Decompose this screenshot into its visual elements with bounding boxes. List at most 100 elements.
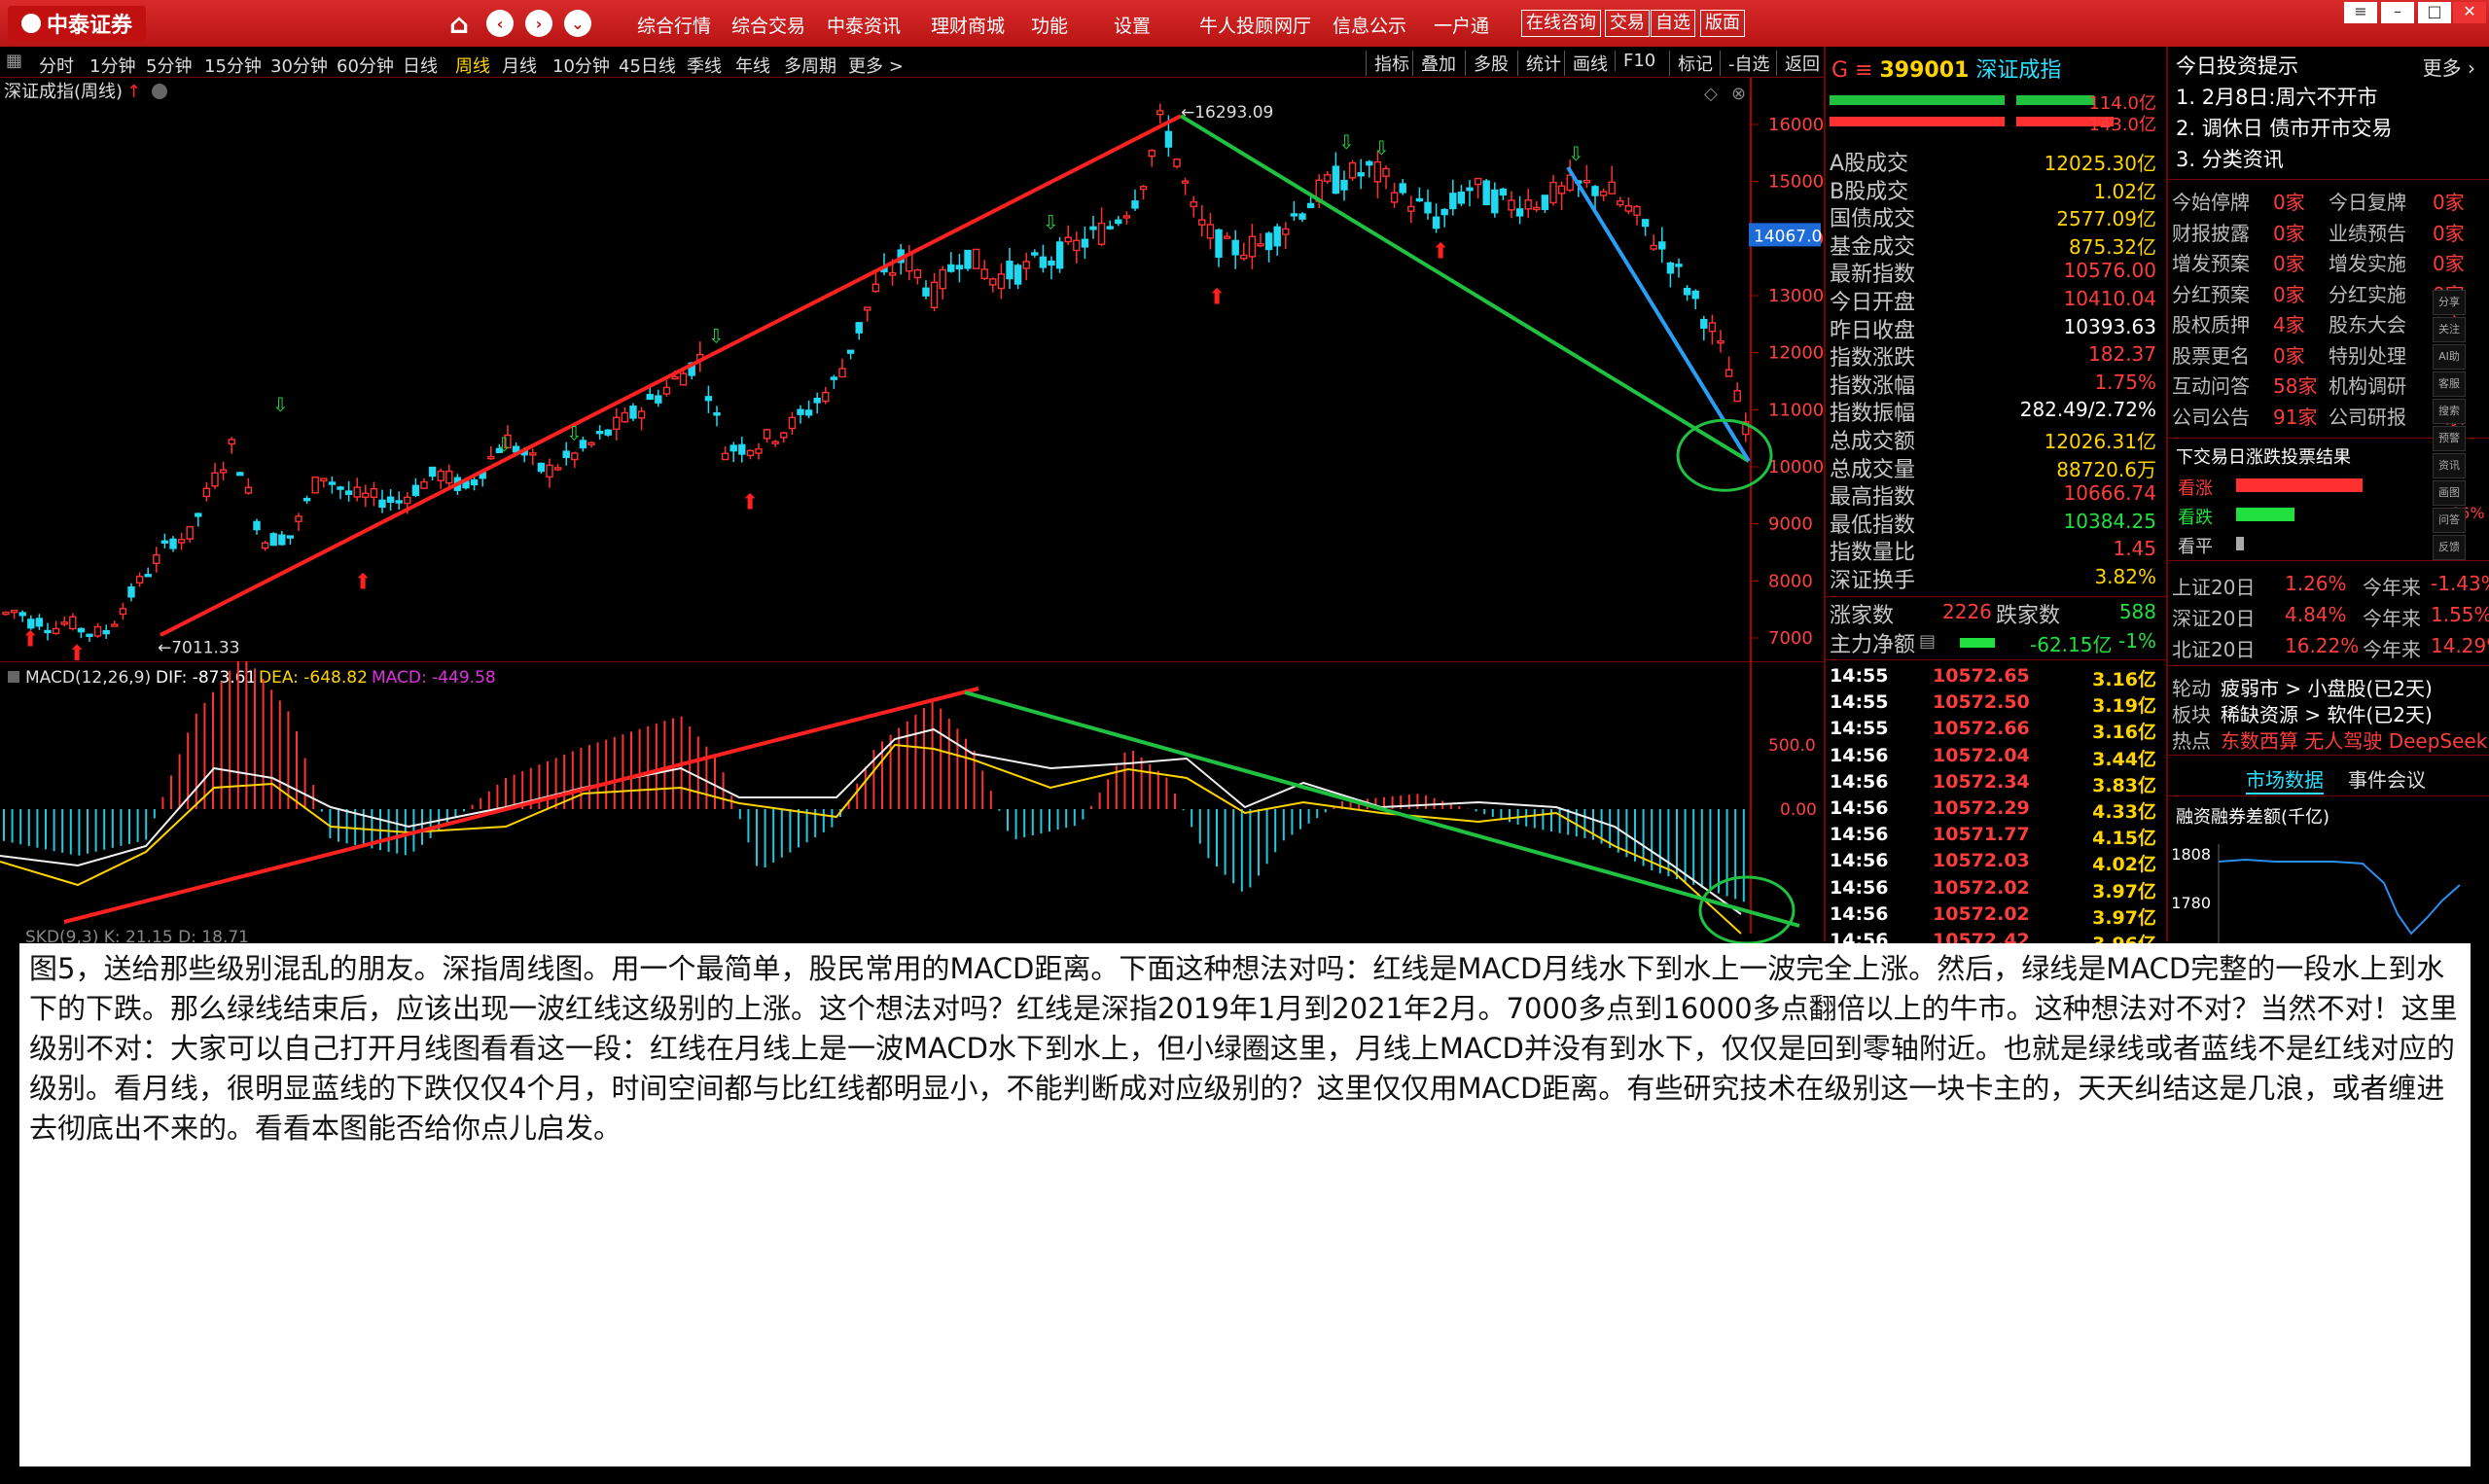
back-icon[interactable]: ‹ <box>486 10 514 37</box>
period-tab-4[interactable]: 30分钟 <box>270 53 328 78</box>
tick-price-3: 10572.04 <box>1933 744 2030 766</box>
quote-row-value-15: 3.82% <box>2094 565 2156 588</box>
rotation-value-2[interactable]: 东数西算 无人驾驶 DeepSeek <box>2221 725 2487 754</box>
tool-button-0[interactable]: 指标 <box>1366 51 1409 76</box>
tips-more-link[interactable]: 更多 › <box>2423 53 2475 81</box>
candle-body <box>571 452 579 461</box>
menu-item-2[interactable]: 中泰资讯 <box>827 12 901 38</box>
candle-body <box>1582 180 1591 184</box>
period-tab-1[interactable]: 1分钟 <box>89 53 135 78</box>
stat-label-a-0[interactable]: 今始停牌 <box>2172 187 2250 215</box>
dropdown-icon[interactable]: ⌄ <box>564 10 591 37</box>
period-tab-11[interactable]: 季线 <box>687 53 722 78</box>
period-tab-9[interactable]: 10分钟 <box>552 53 610 78</box>
stat-label-b-0[interactable]: 今日复牌 <box>2329 187 2406 215</box>
stat-label-b-7[interactable]: 公司研报 <box>2329 402 2406 430</box>
macd-settings-icon[interactable] <box>8 671 19 683</box>
flow-detail-icon[interactable]: ▤ <box>1919 631 1936 652</box>
quote-row-value-1: 1.02亿 <box>2093 179 2156 203</box>
candle-body <box>1466 187 1474 192</box>
period-tab-13[interactable]: 多周期 <box>784 53 836 78</box>
menu-box-2[interactable]: 自选 <box>1651 10 1695 37</box>
menu-item-1[interactable]: 综合交易 <box>731 12 805 38</box>
side-icon-2[interactable]: AI助手 <box>2433 344 2466 386</box>
side-icon-8[interactable]: 问答 <box>2433 508 2466 533</box>
tool-button-6[interactable]: 标记 <box>1669 51 1713 76</box>
tool-button-8[interactable]: 返回 <box>1776 51 1820 76</box>
tip-item-0[interactable]: 1. 2月8日:周六不开市 <box>2176 82 2378 111</box>
side-icon-3[interactable]: 客服 <box>2433 371 2466 397</box>
tool-button-2[interactable]: 多股 <box>1465 51 1509 76</box>
rotation-value-1[interactable]: 稀缺资源 > 软件(已2天) <box>2221 699 2433 727</box>
tool-button-7[interactable]: -自选 <box>1720 51 1770 76</box>
side-icon-7[interactable]: 画图 <box>2433 480 2466 506</box>
tool-button-4[interactable]: 画线 <box>1564 51 1608 76</box>
forward-icon[interactable]: › <box>525 10 552 37</box>
period-tab-10[interactable]: 45日线 <box>619 53 676 78</box>
stat-label-a-1[interactable]: 财报披露 <box>2172 218 2250 246</box>
menu-item-0[interactable]: 综合行情 <box>637 12 711 38</box>
period-tab-3[interactable]: 15分钟 <box>204 53 262 78</box>
period-tab-14[interactable]: 更多 > <box>848 53 904 78</box>
menu-item-5[interactable]: 设置 <box>1114 12 1151 38</box>
menu-item-8[interactable]: 信息公示 <box>1333 12 1406 38</box>
chart-settings-icon[interactable] <box>152 84 167 99</box>
stat-label-a-3[interactable]: 分红预案 <box>2172 279 2250 307</box>
stat-label-b-5[interactable]: 特别处理 <box>2329 340 2406 369</box>
close-icon[interactable]: ✕ <box>2453 2 2486 23</box>
menu-item-6[interactable]: 牛人投顾 <box>1199 12 1273 38</box>
stat-label-a-4[interactable]: 股权质押 <box>2172 309 2250 337</box>
tab-events[interactable]: 事件会议 <box>2348 764 2426 793</box>
maximize-icon[interactable]: □ <box>2418 2 2451 23</box>
stat-label-a-7[interactable]: 公司公告 <box>2172 402 2250 430</box>
macd-chart[interactable]: MACD(12,26,9) DIF: -873.61 DEA: -648.82 MAC… <box>0 657 1824 947</box>
menu-box-1[interactable]: 交易 <box>1605 10 1650 37</box>
side-icon-0[interactable]: 分享 <box>2433 290 2466 315</box>
menu-box-3[interactable]: 版面 <box>1700 10 1745 37</box>
candle-body <box>1290 213 1298 217</box>
home-icon[interactable]: ⌂ <box>445 8 473 40</box>
kline-chart[interactable]: 深证成指(周线)↑1600015000140001300012000110001… <box>0 78 1824 666</box>
period-tab-2[interactable]: 5分钟 <box>146 53 192 78</box>
period-tab-12[interactable]: 年线 <box>735 53 770 78</box>
menu-item-7[interactable]: 网厅 <box>1274 12 1311 38</box>
minimize-icon[interactable]: – <box>2381 2 2414 23</box>
tip-item-2[interactable]: 3. 分类资讯 <box>2176 144 2284 173</box>
stat-label-b-4[interactable]: 股东大会 <box>2329 309 2406 337</box>
chart-option-icon[interactable]: ◇ <box>1704 84 1718 104</box>
chart-close-icon[interactable]: ⊗ <box>1731 84 1746 104</box>
perf-label-1: 深证20日 <box>2172 607 2256 630</box>
period-tab-7[interactable]: 周线 <box>455 53 490 78</box>
menu-item-9[interactable]: 一户通 <box>1434 12 1489 38</box>
menu-icon[interactable]: ≡ <box>2344 2 2377 23</box>
side-icon-9[interactable]: 反馈 <box>2433 535 2466 560</box>
side-icon-5[interactable]: 预警 <box>2433 426 2466 451</box>
tool-button-5[interactable]: F10 <box>1615 51 1655 71</box>
stat-label-a-5[interactable]: 股票更名 <box>2172 340 2250 369</box>
side-icon-4[interactable]: 搜索 <box>2433 399 2466 424</box>
stat-label-b-1[interactable]: 业绩预告 <box>2329 218 2406 246</box>
stat-label-b-3[interactable]: 分红实施 <box>2329 279 2406 307</box>
rotation-value-0[interactable]: 疲弱市 > 小盘股(已2天) <box>2221 673 2433 701</box>
candle-body <box>529 452 537 456</box>
stat-label-a-2[interactable]: 增发预案 <box>2172 248 2250 276</box>
period-tab-0[interactable]: 分时 <box>39 53 74 78</box>
stat-label-a-6[interactable]: 互动问答 <box>2172 371 2250 399</box>
period-tab-5[interactable]: 60分钟 <box>337 53 394 78</box>
menu-item-3[interactable]: 理财商城 <box>931 12 1005 38</box>
menu-item-4[interactable]: 功能 <box>1031 12 1068 38</box>
stat-label-b-6[interactable]: 机构调研 <box>2329 371 2406 399</box>
tab-market-data[interactable]: 市场数据 <box>2246 764 2324 795</box>
side-icon-1[interactable]: 关注 <box>2433 317 2466 342</box>
tip-item-1[interactable]: 2. 调休日 债市开市交易 <box>2176 113 2392 142</box>
period-tab-8[interactable]: 月线 <box>502 53 537 78</box>
stat-label-b-2[interactable]: 增发实施 <box>2329 248 2406 276</box>
stat-count-b-2: 0家 <box>2433 252 2465 275</box>
side-icon-6[interactable]: 资讯 <box>2433 453 2466 478</box>
period-tab-6[interactable]: 日线 <box>403 53 438 78</box>
quote-row-label-6: 昨日收盘 <box>1830 318 1916 343</box>
tool-button-1[interactable]: 叠加 <box>1412 51 1456 76</box>
menu-box-0[interactable]: 在线咨询 <box>1521 10 1601 37</box>
candle-body <box>370 487 378 499</box>
tool-button-3[interactable]: 统计 <box>1517 51 1561 76</box>
